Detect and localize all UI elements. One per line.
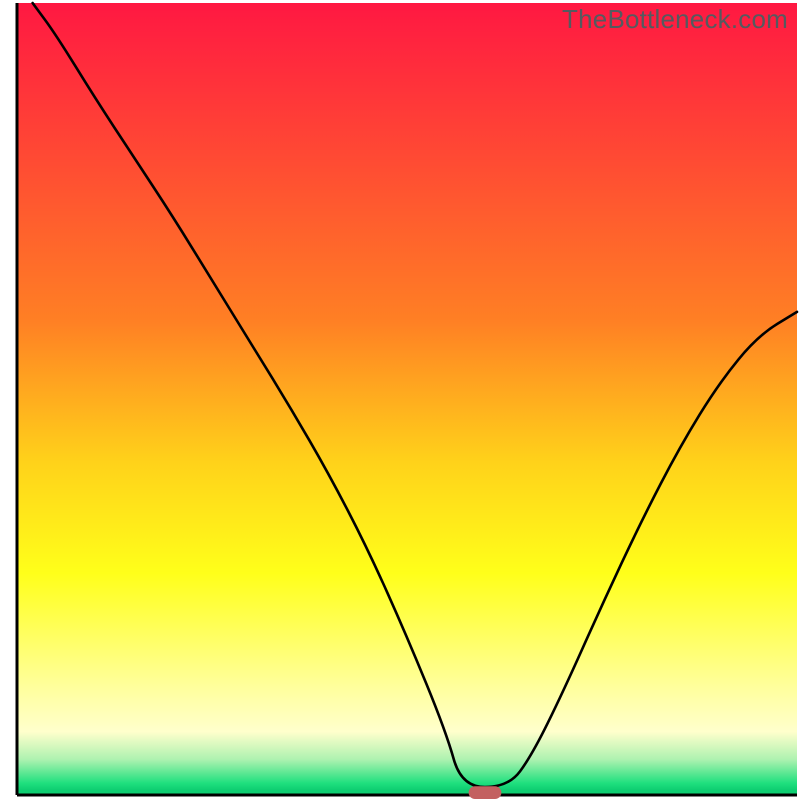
- chart-background-gradient: [17, 3, 797, 795]
- chart-svg: [0, 0, 800, 800]
- bottleneck-chart: TheBottleneck.com: [0, 0, 800, 800]
- optimum-marker: [469, 786, 502, 799]
- watermark-text: TheBottleneck.com: [562, 4, 788, 35]
